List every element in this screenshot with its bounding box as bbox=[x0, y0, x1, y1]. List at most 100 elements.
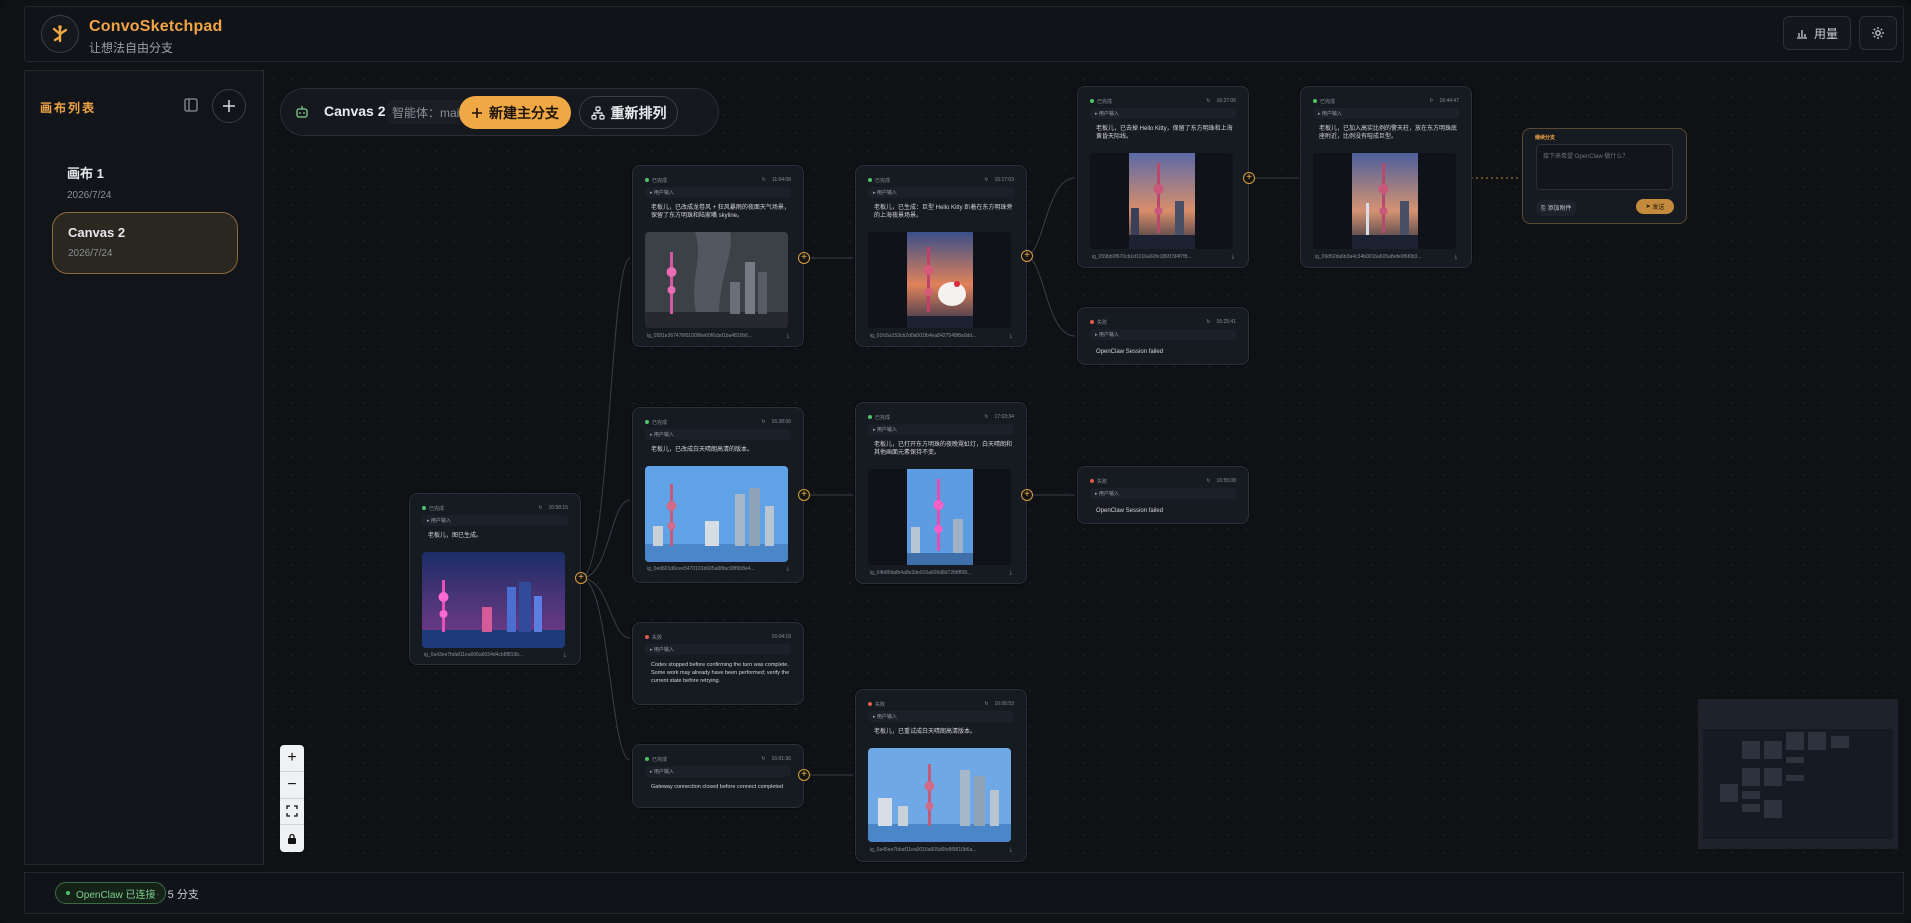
generated-image[interactable] bbox=[868, 232, 1011, 328]
conversation-node[interactable]: 已完成 ↻ 10:58:15 ▸ 用户输入 老板儿，图已生成。 ig_0a43ee… bbox=[409, 493, 581, 665]
node-time: 16:27:06 bbox=[1216, 98, 1236, 104]
node-time: 16:55:08 bbox=[1216, 478, 1236, 484]
download-icon[interactable]: ⤓ bbox=[1010, 570, 1012, 576]
collapse-sidebar-icon[interactable] bbox=[183, 97, 199, 113]
branch-logo-icon bbox=[52, 25, 68, 43]
download-icon[interactable]: ⤓ bbox=[564, 652, 566, 658]
new-branch-label: 新建主分支 bbox=[489, 104, 559, 121]
status-badge: 已完成 bbox=[1090, 98, 1112, 105]
add-branch-handle[interactable]: + bbox=[798, 489, 810, 501]
user-input-toggle[interactable]: ▸ 用户输入 bbox=[645, 644, 791, 655]
generated-image[interactable] bbox=[422, 552, 565, 648]
add-branch-handle[interactable]: + bbox=[798, 769, 810, 781]
generated-image[interactable] bbox=[868, 469, 1011, 565]
canvas-item-1[interactable]: 画布 1 2026/7/24 bbox=[52, 151, 238, 213]
download-icon[interactable]: ⤓ bbox=[1010, 333, 1012, 339]
prompt-input[interactable]: 接下来希望 OpenClaw 做什么？ bbox=[1536, 144, 1673, 190]
node-error-text: OpenClaw Session failed bbox=[1096, 508, 1164, 514]
lock-button[interactable] bbox=[280, 825, 304, 852]
user-input-toggle[interactable]: ▸ 用户输入 bbox=[1090, 108, 1236, 119]
connection-status-badge: OpenClaw 已连接 bbox=[55, 882, 167, 904]
history-icon: ↻ bbox=[984, 701, 989, 707]
node-header: 已完成 ↻ 10:58:15 bbox=[422, 503, 568, 513]
add-branch-handle[interactable]: + bbox=[1243, 172, 1255, 184]
fit-view-button[interactable] bbox=[280, 799, 304, 826]
download-icon[interactable]: ⤓ bbox=[1232, 254, 1234, 260]
user-input-toggle[interactable]: ▸ 用户输入 bbox=[1090, 329, 1236, 340]
download-icon[interactable]: ⤓ bbox=[1010, 847, 1012, 853]
download-icon[interactable]: ⤓ bbox=[1455, 254, 1457, 260]
image-filename: ig_04b80dafb4a8e3de016a606d8d72fdf808... bbox=[870, 570, 972, 576]
zoom-in-button[interactable]: + bbox=[280, 745, 304, 772]
branch-canvas[interactable]: Canvas 2 智能体：main 新建主分支 重新排列 已完成 ↻ 10:58: bbox=[265, 70, 1899, 865]
download-icon[interactable]: ⤓ bbox=[787, 566, 789, 572]
node-time: 16:01:36 bbox=[771, 756, 791, 762]
minimap[interactable] bbox=[1698, 699, 1898, 849]
zoom-out-button[interactable]: − bbox=[280, 772, 304, 799]
canvas-name: Canvas 2 bbox=[324, 103, 386, 119]
canvas-date: 2026/7/24 bbox=[67, 190, 112, 201]
node-time: 10:58:15 bbox=[548, 505, 568, 511]
add-branch-handle[interactable]: + bbox=[798, 252, 810, 264]
app-logo bbox=[41, 15, 79, 53]
user-input-toggle[interactable]: ▸ 用户输入 bbox=[868, 424, 1014, 435]
generated-image[interactable] bbox=[645, 232, 788, 328]
conversation-node[interactable]: 已完成 ↻ 16:38:06 ▸ 用户输入 老板儿，已改成白天晴朗高清的版本。 ig… bbox=[632, 407, 804, 583]
conversation-node[interactable]: 已完成 ↻ 16:01:36 ▸ 用户输入 Gateway connection c… bbox=[632, 744, 804, 808]
connected-dot-icon bbox=[66, 891, 70, 895]
node-reply-text: 老板儿，已生成：巨型 Hello Kitty 趴着在东方明珠旁的上海夜景场景。 bbox=[874, 205, 1013, 219]
user-input-toggle[interactable]: ▸ 用户输入 bbox=[1090, 488, 1236, 499]
generated-image[interactable] bbox=[1090, 153, 1233, 249]
new-main-branch-button[interactable]: 新建主分支 bbox=[459, 96, 571, 129]
attach-button[interactable]: ⎘ 添加附件 bbox=[1536, 200, 1577, 216]
user-input-toggle[interactable]: ▸ 用户输入 bbox=[645, 429, 791, 440]
app-title: ConvoSketchpad bbox=[89, 18, 223, 35]
add-canvas-button[interactable] bbox=[212, 89, 246, 123]
history-icon: ↻ bbox=[761, 756, 766, 762]
conversation-node[interactable]: 已完成 ↻ 17:03:34 ▸ 用户输入 老板儿，已打开东方明珠的夜晚霓虹灯，白天… bbox=[855, 402, 1027, 584]
generated-image[interactable] bbox=[868, 748, 1011, 842]
node-time: 17:03:34 bbox=[994, 414, 1014, 420]
paperclip-icon: ⎘ bbox=[1541, 206, 1546, 212]
canvas-item-2[interactable]: Canvas 2 2026/7/24 bbox=[52, 212, 238, 274]
plus-icon bbox=[223, 100, 235, 112]
node-reply-text: 老板儿，已改成白天晴朗高清的版本。 bbox=[651, 447, 754, 453]
rearrange-button[interactable]: 重新排列 bbox=[579, 96, 678, 129]
usage-label: 用量 bbox=[1813, 26, 1838, 41]
status-badge: 失败 bbox=[868, 701, 885, 708]
user-input-toggle[interactable]: ▸ 用户输入 bbox=[422, 515, 568, 526]
send-button[interactable]: ➤ 发送 bbox=[1636, 199, 1674, 214]
download-icon[interactable]: ⤓ bbox=[787, 333, 789, 339]
app-window: ConvoSketchpad 让想法自由分支 用量 画布列表 画布 1 2026… bbox=[0, 0, 1911, 923]
usage-button[interactable]: 用量 bbox=[1783, 16, 1851, 50]
node-time: 16:17:03 bbox=[994, 177, 1014, 183]
node-reply-text: 老板儿，已改成龙卷风 + 狂风暴雨的夜面天气场景，保留了东方明珠和陆家嘴 sky… bbox=[651, 205, 790, 219]
robot-icon bbox=[296, 106, 308, 118]
settings-button[interactable] bbox=[1859, 16, 1897, 50]
add-branch-handle[interactable]: + bbox=[575, 572, 587, 584]
add-branch-handle[interactable]: + bbox=[1021, 250, 1033, 262]
image-filename: ig_0a45ee7bbaf11ea0016a605d6fe8f9810b6a.… bbox=[870, 847, 977, 853]
status-bar: OpenClaw 已连接 · 5 分支 bbox=[24, 872, 1904, 914]
conversation-node[interactable]: 失败 ↻ 16:25:41 ▸ 用户输入 OpenClaw Session fail… bbox=[1077, 307, 1249, 365]
conversation-node[interactable]: 已完成 ↻ 16:27:06 ▸ 用户输入 老板儿，已去掉 Hello Kitty，… bbox=[1077, 86, 1249, 268]
skyline-with-pillar-image bbox=[1351, 153, 1418, 249]
conversation-node[interactable]: 失败 ↻ 16:06:53 ▸ 用户输入 老板儿，已重试成白天晴朗高清版本。 ig_… bbox=[855, 689, 1027, 862]
canvas-toolbar: Canvas 2 智能体：main 新建主分支 重新排列 bbox=[280, 88, 719, 136]
user-input-toggle[interactable]: ▸ 用户输入 bbox=[868, 711, 1014, 722]
day-skyline-retry-image bbox=[868, 748, 1011, 842]
conversation-node[interactable]: 已完成 ↻ 11:04:08 ▸ 用户输入 老板儿，已改成龙卷风 + 狂风暴雨的夜面… bbox=[632, 165, 804, 347]
user-input-toggle[interactable]: ▸ 用户输入 bbox=[645, 766, 791, 777]
conversation-node[interactable]: 失败 16:04:18 ▸ 用户输入 Codex stopped before c… bbox=[632, 622, 804, 705]
user-input-toggle[interactable]: ▸ 用户输入 bbox=[1313, 108, 1459, 119]
conversation-node[interactable]: 已完成 ↻ 16:44:47 ▸ 用户输入 老板儿，已加入高实比例的警天柱，放在东方… bbox=[1300, 86, 1472, 268]
add-branch-handle[interactable]: + bbox=[1021, 489, 1033, 501]
generated-image[interactable] bbox=[1313, 153, 1456, 249]
user-input-toggle[interactable]: ▸ 用户输入 bbox=[868, 187, 1014, 198]
user-input-toggle[interactable]: ▸ 用户输入 bbox=[645, 187, 791, 198]
hello-kitty-image bbox=[906, 232, 973, 328]
conversation-node[interactable]: 已完成 ↻ 16:17:03 ▸ 用户输入 老板儿，已生成：巨型 Hello Kit… bbox=[855, 165, 1027, 347]
generated-image[interactable] bbox=[645, 466, 788, 562]
conversation-node[interactable]: 失败 ↻ 16:55:08 ▸ 用户输入 OpenClaw Session fail… bbox=[1077, 466, 1249, 524]
image-filename: ig_0a43ee7bdaf11ea006a6034d4cb8f810b... bbox=[424, 652, 524, 658]
